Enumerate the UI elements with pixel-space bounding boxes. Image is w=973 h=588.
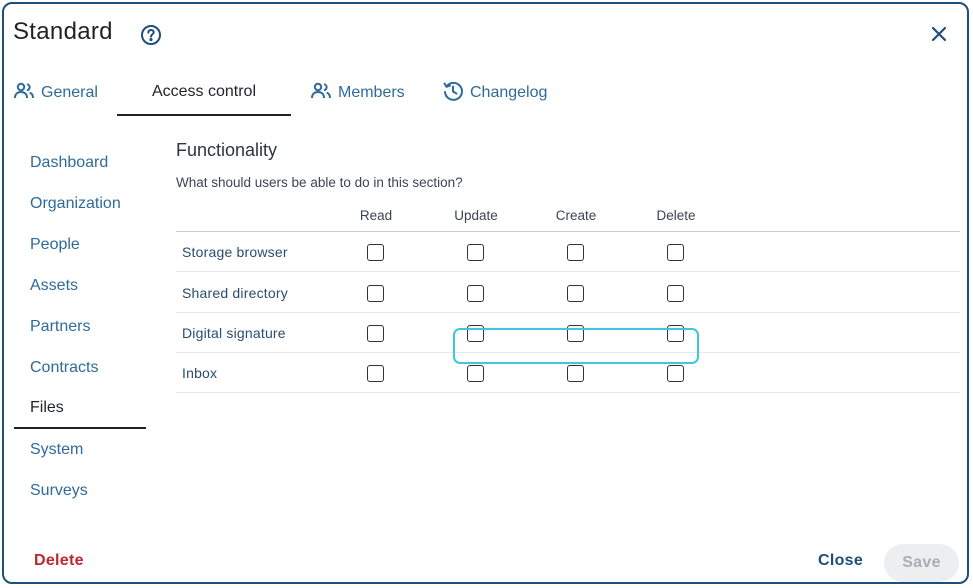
column-header-update: Update	[454, 208, 498, 223]
checkbox-shared-directory-create[interactable]	[567, 285, 584, 302]
tab-changelog[interactable]: Changelog	[442, 70, 547, 116]
question-circle-icon[interactable]	[140, 24, 162, 46]
table-row: Digital signature	[176, 313, 960, 353]
tab-members[interactable]: Members	[310, 70, 405, 116]
row-label-storage-browser: Storage browser	[182, 244, 288, 260]
sidebar-item-people[interactable]: People	[14, 224, 146, 265]
sidebar-item-system[interactable]: System	[14, 429, 146, 470]
checkbox-inbox-delete[interactable]	[667, 365, 684, 382]
column-header-read: Read	[359, 208, 393, 223]
checkbox-inbox-read[interactable]	[367, 365, 384, 382]
checkbox-digital-signature-read[interactable]	[367, 325, 384, 342]
sidebar-item-assets[interactable]: Assets	[14, 265, 146, 306]
table-row: Inbox	[176, 353, 960, 393]
checkbox-inbox-update[interactable]	[467, 365, 484, 382]
sidebar-item-files[interactable]: Files	[14, 388, 146, 429]
row-label-shared-directory: Shared directory	[182, 285, 288, 301]
users-icon	[310, 82, 338, 105]
permissions-panel: Functionality What should users be able …	[176, 140, 960, 393]
tab-access-control-label: Access control	[151, 83, 257, 100]
close-icon[interactable]	[930, 25, 948, 43]
history-clock-icon	[442, 80, 470, 107]
checkbox-digital-signature-create[interactable]	[567, 325, 584, 342]
checkbox-shared-directory-delete[interactable]	[667, 285, 684, 302]
column-header-create: Create	[555, 208, 597, 223]
checkbox-shared-directory-update[interactable]	[467, 285, 484, 302]
tab-general-label: General	[41, 84, 98, 101]
checkbox-digital-signature-update[interactable]	[467, 325, 484, 342]
table-row: Shared directory	[176, 273, 960, 313]
tab-bar: General Access control Members Changelog	[4, 70, 967, 116]
checkbox-storage-browser-read[interactable]	[367, 244, 384, 261]
section-title: Functionality	[176, 140, 278, 160]
delete-button[interactable]: Delete	[34, 552, 84, 570]
tab-changelog-label: Changelog	[470, 84, 548, 101]
section-description: What should users be able to do in this …	[176, 175, 463, 190]
sidebar-item-surveys[interactable]: Surveys	[14, 470, 146, 511]
tab-access-control[interactable]: Access control	[117, 70, 291, 116]
checkbox-storage-browser-update[interactable]	[467, 244, 484, 261]
checkbox-storage-browser-delete[interactable]	[667, 244, 684, 261]
checkbox-digital-signature-delete[interactable]	[667, 325, 684, 342]
row-label-inbox: Inbox	[182, 365, 218, 381]
sidebar-item-contracts[interactable]: Contracts	[14, 347, 146, 388]
checkbox-storage-browser-create[interactable]	[567, 244, 584, 261]
section-sidebar: Dashboard Organization People Assets Par…	[14, 142, 146, 511]
tab-general[interactable]: General	[13, 70, 98, 116]
column-header-delete: Delete	[656, 208, 696, 223]
sidebar-item-dashboard[interactable]: Dashboard	[14, 142, 146, 183]
dialog-title: Standard	[13, 18, 113, 45]
save-button[interactable]: Save	[884, 544, 959, 582]
users-icon	[13, 82, 41, 105]
row-label-digital-signature: Digital signature	[182, 325, 286, 341]
checkbox-shared-directory-read[interactable]	[367, 285, 384, 302]
checkbox-inbox-create[interactable]	[567, 365, 584, 382]
tab-members-label: Members	[338, 84, 405, 101]
table-row: Storage browser	[176, 232, 960, 272]
sidebar-item-partners[interactable]: Partners	[14, 306, 146, 347]
close-button[interactable]: Close	[818, 552, 863, 570]
access-dialog: Standard General Access control Members …	[2, 2, 969, 584]
sidebar-item-organization[interactable]: Organization	[14, 183, 146, 224]
